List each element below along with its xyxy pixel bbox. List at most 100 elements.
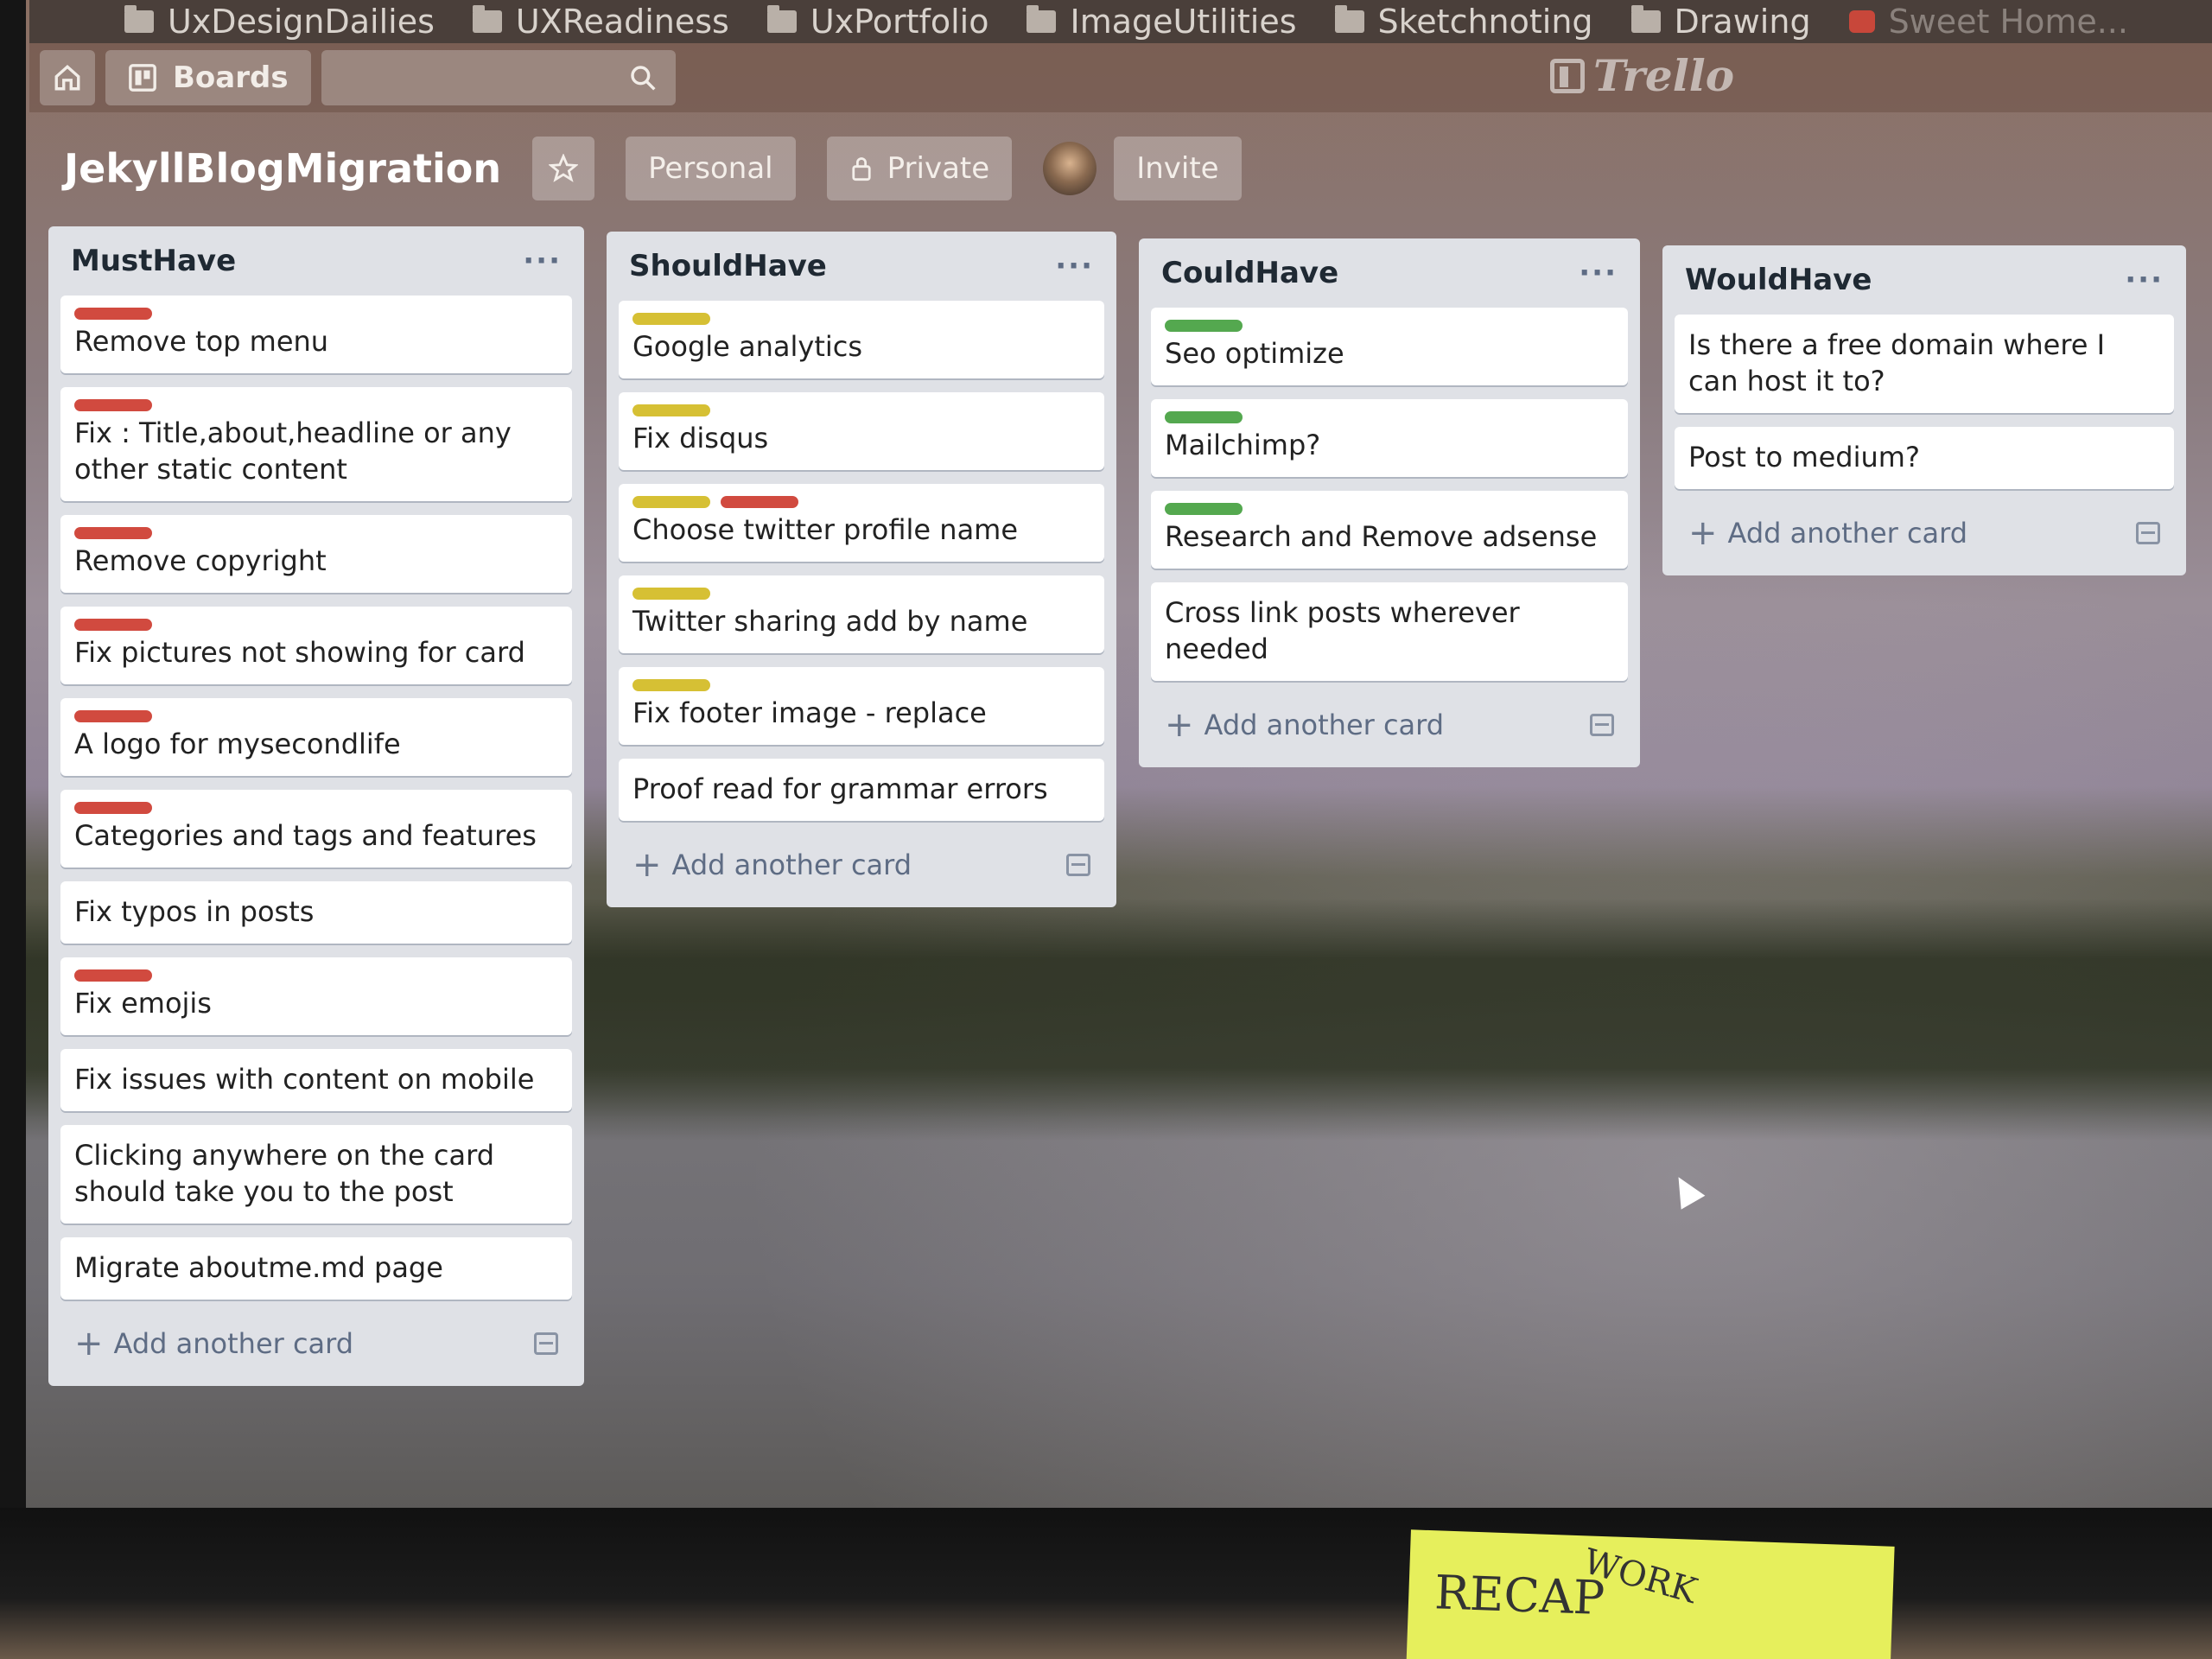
card[interactable]: Fix emojis (60, 957, 572, 1035)
card[interactable]: Migrate aboutme.md page (60, 1237, 572, 1300)
plus-icon: + (1165, 705, 1194, 745)
card[interactable]: Google analytics (619, 301, 1104, 378)
label-yellow[interactable] (632, 404, 710, 416)
label-red[interactable] (721, 496, 798, 508)
add-card-button[interactable]: + Add another card (1675, 503, 2174, 563)
label-red[interactable] (74, 308, 152, 320)
invite-button[interactable]: Invite (1114, 137, 1242, 200)
list-header[interactable]: MustHave ··· (60, 226, 572, 296)
card-title: Is there a free domain where I can host … (1688, 328, 2106, 397)
card[interactable]: Remove top menu (60, 296, 572, 373)
star-board-button[interactable] (532, 137, 595, 200)
bookmark-item[interactable]: Sweet Home... (1848, 3, 2128, 41)
card[interactable]: Categories and tags and features (60, 790, 572, 868)
card[interactable]: Fix pictures not showing for card (60, 607, 572, 684)
card[interactable]: A logo for mysecondlife (60, 698, 572, 776)
bookmark-label: ImageUtilities (1070, 3, 1297, 41)
sticky-note: RECAP WORK (1406, 1529, 1895, 1659)
team-button[interactable]: Personal (626, 137, 796, 200)
list-wouldhave: WouldHave ··· Is there a free domain where… (1662, 245, 2186, 575)
trello-mark-icon (1550, 58, 1585, 93)
card-title: Migrate aboutme.md page (74, 1251, 443, 1284)
card-labels (74, 308, 558, 320)
list-header[interactable]: CouldHave ··· (1151, 238, 1628, 308)
card-template-icon[interactable] (1066, 854, 1090, 876)
list-title[interactable]: ShouldHave (629, 249, 827, 283)
card[interactable]: Research and Remove adsense (1151, 491, 1628, 569)
board-header: JekyllBlogMigration Personal Private Inv… (29, 130, 2212, 207)
label-yellow[interactable] (632, 496, 710, 508)
list-menu-icon[interactable]: ··· (523, 244, 562, 278)
card[interactable]: Choose twitter profile name (619, 484, 1104, 562)
folder-icon (766, 5, 797, 33)
label-red[interactable] (74, 527, 152, 539)
label-red[interactable] (74, 710, 152, 722)
bookmarks-bar: UxDesignDailies UXReadiness UxPortfolio Ima… (29, 0, 2212, 43)
card-title: Seo optimize (1165, 337, 1344, 370)
card[interactable]: Cross link posts wherever needed (1151, 582, 1628, 681)
bookmark-item[interactable]: UxPortfolio (766, 3, 988, 41)
card-template-icon[interactable] (2136, 522, 2160, 544)
board-title[interactable]: JekyllBlogMigration (64, 145, 501, 192)
list-menu-icon[interactable]: ··· (1055, 249, 1094, 283)
card[interactable]: Fix footer image - replace (619, 667, 1104, 745)
label-green[interactable] (1165, 320, 1243, 332)
add-card-label: Add another card (671, 849, 912, 881)
list-menu-icon[interactable]: ··· (1579, 256, 1618, 290)
label-yellow[interactable] (632, 588, 710, 600)
card[interactable]: Seo optimize (1151, 308, 1628, 385)
list-title[interactable]: CouldHave (1161, 256, 1338, 290)
label-red[interactable] (74, 399, 152, 411)
folder-icon (1630, 5, 1661, 33)
add-card-button[interactable]: + Add another card (1151, 695, 1628, 755)
card[interactable]: Fix : Title,about,headline or any other … (60, 387, 572, 501)
card[interactable]: Mailchimp? (1151, 399, 1628, 477)
card[interactable]: Proof read for grammar errors (619, 759, 1104, 821)
bookmark-item[interactable]: UXReadiness (472, 3, 729, 41)
list-header[interactable]: ShouldHave ··· (619, 232, 1104, 301)
label-yellow[interactable] (632, 679, 710, 691)
member-avatar[interactable] (1043, 142, 1097, 195)
card-labels (632, 679, 1090, 691)
card-template-icon[interactable] (1590, 714, 1614, 736)
visibility-button[interactable]: Private (826, 137, 1013, 200)
bookmark-item[interactable]: Sketchnoting (1334, 3, 1593, 41)
label-yellow[interactable] (632, 313, 710, 325)
boards-button[interactable]: Boards (105, 50, 311, 105)
card[interactable]: Clicking anywhere on the card should tak… (60, 1125, 572, 1224)
trello-logo-text: Trello (1593, 50, 1735, 101)
list-title[interactable]: WouldHave (1685, 263, 1872, 297)
list-title[interactable]: MustHave (71, 244, 236, 278)
home-button[interactable] (40, 50, 95, 105)
list-menu-icon[interactable]: ··· (2125, 263, 2164, 297)
card-title: Fix issues with content on mobile (74, 1063, 535, 1096)
label-red[interactable] (74, 969, 152, 982)
bookmark-item[interactable]: UxDesignDailies (124, 3, 435, 41)
add-card-button[interactable]: + Add another card (60, 1313, 572, 1374)
card-template-icon[interactable] (534, 1332, 558, 1355)
card[interactable]: Fix issues with content on mobile (60, 1049, 572, 1111)
label-red[interactable] (74, 619, 152, 631)
card[interactable]: Fix typos in posts (60, 881, 572, 944)
folder-icon (124, 5, 154, 33)
add-card-button[interactable]: + Add another card (619, 835, 1104, 895)
card-labels (1165, 411, 1614, 423)
card-title: Fix footer image - replace (632, 696, 987, 729)
label-green[interactable] (1165, 503, 1243, 515)
search-input[interactable] (321, 50, 676, 105)
bookmark-item[interactable]: ImageUtilities (1027, 3, 1297, 41)
card-title: Google analytics (632, 330, 863, 363)
card[interactable]: Post to medium? (1675, 427, 2174, 489)
list-header[interactable]: WouldHave ··· (1675, 245, 2174, 315)
trello-logo[interactable]: Trello (1550, 50, 1734, 101)
card[interactable]: Twitter sharing add by name (619, 575, 1104, 653)
card[interactable]: Fix disqus (619, 392, 1104, 470)
card[interactable]: Remove copyright (60, 515, 572, 593)
card-title: Fix : Title,about,headline or any other … (74, 416, 512, 486)
label-red[interactable] (74, 802, 152, 814)
card[interactable]: Is there a free domain where I can host … (1675, 315, 2174, 413)
card-title: Choose twitter profile name (632, 513, 1019, 546)
label-green[interactable] (1165, 411, 1243, 423)
red-bookmark-icon (1848, 10, 1875, 33)
bookmark-item[interactable]: Drawing (1630, 3, 1811, 41)
